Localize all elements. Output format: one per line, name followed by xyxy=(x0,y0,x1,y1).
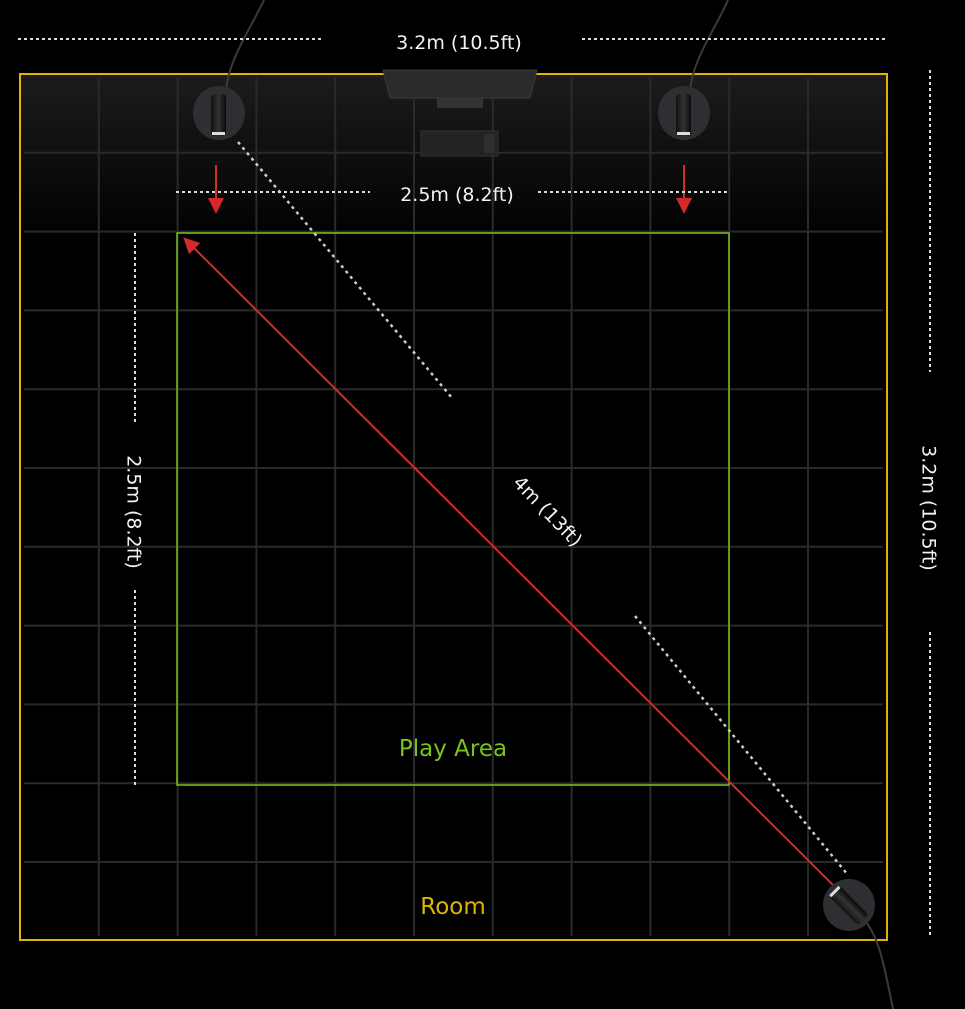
room-width-label: 3.2m (10.5ft) xyxy=(396,32,522,54)
base-station-sensor-icon xyxy=(823,879,875,931)
keyboard-icon xyxy=(420,130,499,157)
room-setup-diagram: 3.2m (10.5ft) 2.5m (8.2ft) 2.5m (8.2ft) … xyxy=(18,0,940,1009)
play-width-label: 2.5m (8.2ft) xyxy=(400,184,514,206)
play-depth-label: 2.5m (8.2ft) xyxy=(123,455,145,569)
room-label: Room xyxy=(420,894,486,920)
room-depth-label: 3.2m (10.5ft) xyxy=(918,445,940,571)
base-station-sensor-icon xyxy=(193,86,245,140)
play-area-label: Play Area xyxy=(399,736,507,762)
base-station-sensor-icon xyxy=(658,86,710,140)
